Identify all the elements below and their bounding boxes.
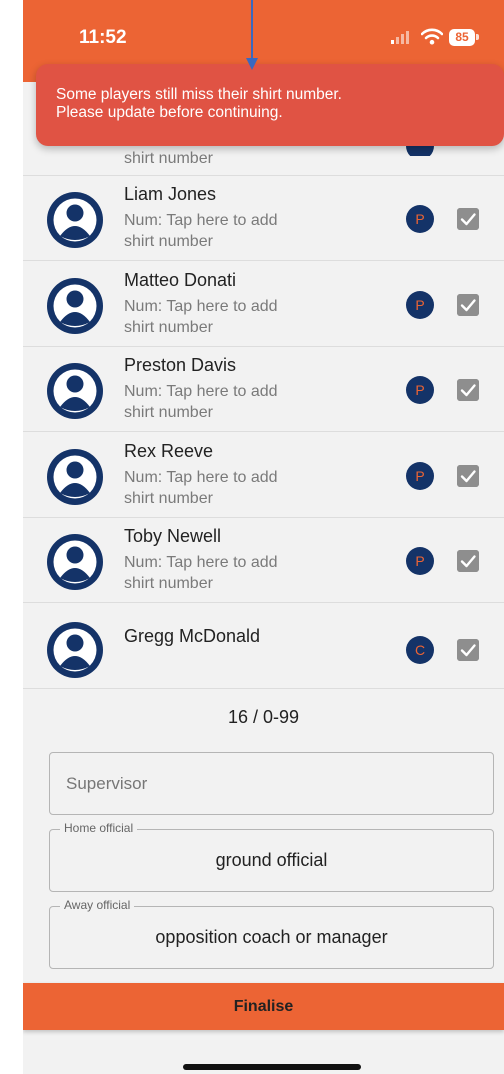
error-toast[interactable]: Some players still miss their shirt numb… [36,64,504,146]
toast-message-line1: Some players still miss their shirt numb… [56,86,342,103]
app-screen: 11:52 85 shirt number Some players still… [23,0,504,1074]
annotation-arrow-head [246,58,258,70]
status-icons: 85 [391,28,491,48]
player-name[interactable]: Gregg McDonald [124,626,260,647]
role-badge: P [406,205,434,233]
user-avatar-icon [47,363,103,419]
user-avatar-icon [47,278,103,334]
user-avatar-icon [47,192,103,248]
player-number-hint[interactable]: Num: Tap here to add shirt number [124,552,354,594]
finalise-button[interactable]: Finalise [23,983,504,1030]
number-hint-line2: shirt number [124,233,213,250]
role-badge: C [406,636,434,664]
user-avatar-icon [47,622,103,678]
player-number-hint: shirt number [124,150,213,167]
list-item[interactable]: Liam Jones Num: Tap here to add shirt numb… [23,176,504,261]
away-official-value: opposition coach or manager [155,927,388,947]
list-item[interactable]: Matteo Donati Num: Tap here to add shirt n… [23,262,504,347]
annotation-arrow-icon [251,0,253,60]
number-hint-line2: shirt number [124,575,213,592]
supervisor-placeholder: Supervisor [66,773,148,793]
number-hint-line1: Num: Tap here to add [124,554,278,571]
home-official-field[interactable]: Home official ground official [49,821,494,892]
number-hint-line1: Num: Tap here to add [124,212,278,229]
role-badge-partial [406,146,434,156]
number-hint-line2: shirt number [124,319,213,336]
number-hint-line2: shirt number [124,490,213,507]
list-item[interactable]: Preston Davis Num: Tap here to add shirt n… [23,347,504,432]
number-hint-line2: shirt number [124,404,213,421]
user-avatar-icon [47,534,103,590]
checkbox-checked-icon[interactable] [457,208,479,230]
supervisor-field[interactable]: Supervisor [49,752,494,815]
number-hint-line1: Num: Tap here to add [124,383,278,400]
player-number-hint[interactable]: Num: Tap here to add shirt number [124,381,354,423]
player-name[interactable]: Toby Newell [124,526,221,547]
list-item[interactable]: Toby Newell Num: Tap here to add shirt num… [23,518,504,603]
home-official-value: ground official [215,850,328,870]
role-badge: P [406,376,434,404]
number-hint-line1: Num: Tap here to add [124,469,278,486]
player-count: 16 / 0-99 [227,707,300,727]
player-number-hint[interactable]: Num: Tap here to add shirt number [124,210,354,252]
home-indicator [183,1064,361,1070]
number-hint-line1: Num: Tap here to add [124,298,278,315]
role-badge: P [406,291,434,319]
list-item[interactable]: Gregg McDonald C [23,604,504,689]
status-time: 11:52 [79,27,127,48]
checkbox-checked-icon[interactable] [457,379,479,401]
checkbox-checked-icon[interactable] [457,294,479,316]
checkbox-checked-icon[interactable] [457,550,479,572]
cellular-signal-icon [391,31,409,44]
player-number-hint[interactable]: Num: Tap here to add shirt number [124,296,354,338]
user-avatar-icon [47,449,103,505]
player-name[interactable]: Liam Jones [124,184,216,205]
player-name[interactable]: Matteo Donati [124,270,236,291]
player-name[interactable]: Preston Davis [124,355,236,376]
player-name[interactable]: Rex Reeve [124,441,213,462]
player-number-hint[interactable]: Num: Tap here to add shirt number [124,467,354,509]
role-badge: P [406,547,434,575]
battery-icon: 85 [449,29,475,46]
battery-tip [476,34,479,40]
list-item[interactable]: Rex Reeve Num: Tap here to add shirt numbe… [23,433,504,518]
toast-message-line2: Please update before continuing. [56,104,283,121]
checkbox-checked-icon[interactable] [457,465,479,487]
wifi-icon [421,28,443,45]
role-badge: P [406,462,434,490]
away-official-field[interactable]: Away official opposition coach or manage… [49,898,494,969]
checkbox-checked-icon[interactable] [457,639,479,661]
